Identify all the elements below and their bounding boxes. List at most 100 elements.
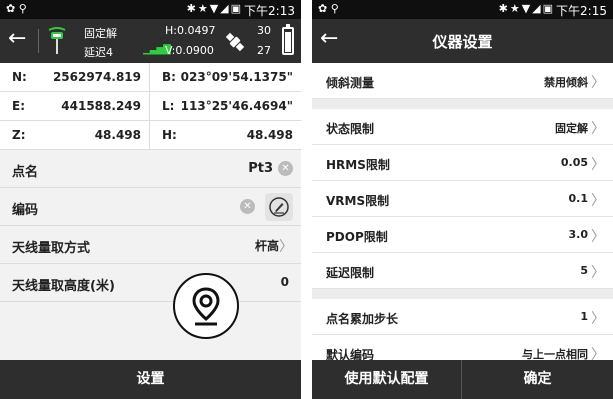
code-label: 编码 [12, 203, 39, 218]
back-arrow-icon[interactable]: ← [8, 28, 26, 50]
coord-row-3: Z: 48.498 H: 48.498 [0, 121, 301, 150]
setting-value: 0.05 [560, 156, 588, 169]
gnss-receiver-icon[interactable] [46, 26, 68, 56]
code-row[interactable]: 编码 ✕ [0, 188, 301, 226]
status-time: 下午2:15 [556, 4, 607, 18]
notification-icons: ✿ ⚲ [318, 2, 339, 15]
page-title: 仪器设置 [432, 33, 493, 51]
point-name-row[interactable]: 点名 Pt3 ✕ [0, 150, 301, 188]
code-picker-button[interactable] [265, 193, 293, 221]
coord-value: 48.498 [94, 128, 141, 142]
setting-value: 5 [580, 264, 588, 277]
antenna-height-label: 天线量取高度(米) [12, 279, 115, 294]
coord-value: 113°25'46.4694" [180, 99, 293, 113]
coord-row-1: N: 2562974.819 B: 023°09'54.1375" [0, 63, 301, 92]
coord-h: H: 48.498 [150, 121, 301, 150]
setting-label: HRMS限制 [326, 158, 390, 172]
coord-n: N: 2562974.819 [0, 63, 150, 92]
setting-pdop[interactable]: PDOP限制 3.0 〉 [312, 217, 613, 253]
chevron-right-icon: 〉 [591, 121, 605, 137]
status-bar: ✿ ⚲ ✱★▼◢▣ 下午2:13 [0, 0, 301, 19]
setting-value: 1 [580, 310, 588, 323]
coord-value: 2562974.819 [52, 70, 141, 84]
confirm-button[interactable]: 确定 [462, 360, 613, 399]
setting-label: 倾斜测量 [326, 76, 375, 90]
delay-label: 延迟4 [84, 46, 113, 59]
setting-tilt[interactable]: 倾斜测量 禁用倾斜 〉 [312, 63, 613, 99]
satellites-used: 27 [257, 44, 271, 57]
survey-screen: ✿ ⚲ ✱★▼◢▣ 下午2:13 ← 固定解 延迟4 ▁▃▅▇ H:0.0497… [0, 0, 301, 399]
point-name-label: 点名 [12, 165, 39, 180]
system-icons: ✱★▼◢▣ [186, 2, 243, 15]
coord-label: N: [12, 70, 27, 84]
antenna-method-value: 杆高 [254, 239, 279, 253]
system-icons: ✱★▼◢▣ [498, 2, 555, 15]
coord-label: B: [162, 70, 176, 84]
screen-gap [301, 0, 312, 399]
pen-circle-icon [269, 197, 289, 217]
clear-point-name-icon[interactable]: ✕ [278, 161, 293, 176]
chevron-right-icon: 〉 [591, 75, 605, 91]
chevron-right-icon: 〉 [591, 265, 605, 281]
chevron-right-icon: 〉 [591, 193, 605, 209]
v-precision: V:0.0900 [165, 44, 214, 57]
coord-z: Z: 48.498 [0, 121, 150, 150]
setting-label: 状态限制 [326, 122, 375, 136]
antenna-height-field[interactable]: 0 [281, 275, 289, 289]
instrument-settings-screen: ✿ ⚲ ✱★▼◢▣ 下午2:15 ← 仪器设置 倾斜测量 禁用倾斜 〉 状态限制… [312, 0, 613, 399]
survey-header: ← 固定解 延迟4 ▁▃▅▇ H:0.0497 V:0.0900 30 27 [0, 19, 301, 63]
chevron-right-icon: 〉 [591, 229, 605, 245]
battery-fill [285, 32, 291, 52]
coord-value: 023°09'54.1375" [180, 70, 293, 84]
coord-label: H: [162, 128, 177, 142]
clear-code-icon[interactable]: ✕ [240, 199, 255, 214]
satellite-icon[interactable] [222, 29, 248, 55]
setting-label: 点名累加步长 [326, 312, 399, 326]
antenna-height-row[interactable]: 天线量取高度(米) 0 [0, 264, 301, 302]
settings-button[interactable]: 设置 [0, 360, 301, 399]
fix-status: 固定解 [84, 27, 117, 40]
coord-l: L: 113°25'46.4694" [150, 92, 301, 121]
collect-point-button[interactable] [173, 273, 239, 339]
setting-value: 0.1 [568, 192, 589, 205]
coord-label: E: [12, 99, 25, 113]
setting-status-limit[interactable]: 状态限制 固定解 〉 [312, 109, 613, 145]
coordinate-grid: N: 2562974.819 B: 023°09'54.1375" E: 441… [0, 63, 301, 150]
antenna-method-label: 天线量取方式 [12, 241, 91, 256]
coord-value: 441588.249 [61, 99, 141, 113]
point-name-field[interactable]: Pt3 [248, 161, 273, 176]
setting-value: 3.0 [568, 228, 589, 241]
setting-label: 延迟限制 [326, 266, 375, 280]
status-bar: ✿ ⚲ ✱★▼◢▣ 下午2:15 [312, 0, 613, 19]
coord-e: E: 441588.249 [0, 92, 150, 121]
coord-row-2: E: 441588.249 L: 113°25'46.4694" [0, 92, 301, 121]
chevron-right-icon: 〉 [591, 311, 605, 327]
setting-value: 固定解 [555, 122, 588, 135]
status-time: 下午2:13 [244, 4, 295, 18]
satellites-tracked: 30 [257, 24, 271, 37]
setting-label: VRMS限制 [326, 194, 390, 208]
notification-icons: ✿ ⚲ [6, 2, 27, 15]
use-defaults-button[interactable]: 使用默认配置 [312, 360, 462, 399]
chevron-right-icon: 〉 [591, 157, 605, 173]
coord-label: L: [162, 99, 175, 113]
setting-vrms[interactable]: VRMS限制 0.1 〉 [312, 181, 613, 217]
section-separator [312, 99, 613, 109]
header-divider [38, 29, 39, 53]
setting-hrms[interactable]: HRMS限制 0.05 〉 [312, 145, 613, 181]
setting-value: 禁用倾斜 [544, 76, 588, 89]
chevron-right-icon: 〉 [279, 239, 293, 255]
coord-b: B: 023°09'54.1375" [150, 63, 301, 92]
antenna-method-row[interactable]: 天线量取方式 杆高 〉 [0, 226, 301, 264]
coord-value: 48.498 [246, 128, 293, 142]
settings-header: ← 仪器设置 [312, 19, 613, 63]
map-pin-icon [192, 287, 220, 326]
setting-delay[interactable]: 延迟限制 5 〉 [312, 253, 613, 289]
setting-name-increment[interactable]: 点名累加步长 1 〉 [312, 299, 613, 335]
battery-icon [282, 24, 294, 55]
coord-label: Z: [12, 128, 26, 142]
bottom-action-bar: 使用默认配置 确定 [312, 360, 613, 399]
h-precision: H:0.0497 [165, 24, 216, 37]
setting-label: PDOP限制 [326, 230, 388, 244]
section-separator [312, 289, 613, 299]
